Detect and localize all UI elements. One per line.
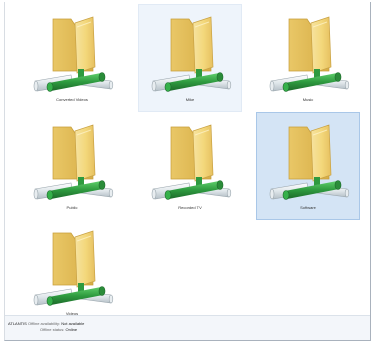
explorer-window: Converted Videos Mike Music Public Recor [4, 2, 371, 341]
folder-item-converted-videos[interactable]: Converted Videos [20, 4, 124, 112]
network-share-folder-icon [33, 16, 114, 92]
network-share-folder-icon [269, 16, 350, 92]
folder-item-recorded-tv[interactable]: Recorded TV [138, 112, 242, 220]
folder-item-mike[interactable]: Mike [138, 4, 242, 112]
folder-label: Converted Videos [56, 97, 88, 102]
folder-label: Music [302, 97, 314, 102]
folder-label: Mike [185, 97, 195, 102]
network-share-folder-icon [269, 124, 350, 200]
details-pane: ATLANTIS Offline availability: Not avail… [5, 315, 370, 340]
file-list: Converted Videos Mike Music Public Recor [5, 2, 370, 316]
details-status-label: Offline status: [40, 327, 65, 332]
folder-label: Recorded TV [178, 205, 202, 210]
details-share-name: ATLANTIS [8, 321, 27, 326]
network-share-folder-icon [151, 124, 232, 200]
folder-label: Public [66, 205, 78, 210]
folder-item-software[interactable]: Software [256, 112, 360, 220]
folder-label: Software [300, 205, 316, 210]
folder-item-videos[interactable]: Videos [20, 218, 124, 326]
network-share-folder-icon [33, 124, 114, 200]
network-share-folder-icon [151, 16, 232, 92]
details-availability-label: Offline availability: [27, 321, 61, 326]
details-availability-value: Not available [61, 321, 85, 326]
details-status-value: Online [65, 327, 78, 332]
folder-item-public[interactable]: Public [20, 112, 124, 220]
folder-item-music[interactable]: Music [256, 4, 360, 112]
details-row-status: Offline status: Online [40, 327, 77, 333]
network-share-folder-icon [33, 230, 114, 306]
